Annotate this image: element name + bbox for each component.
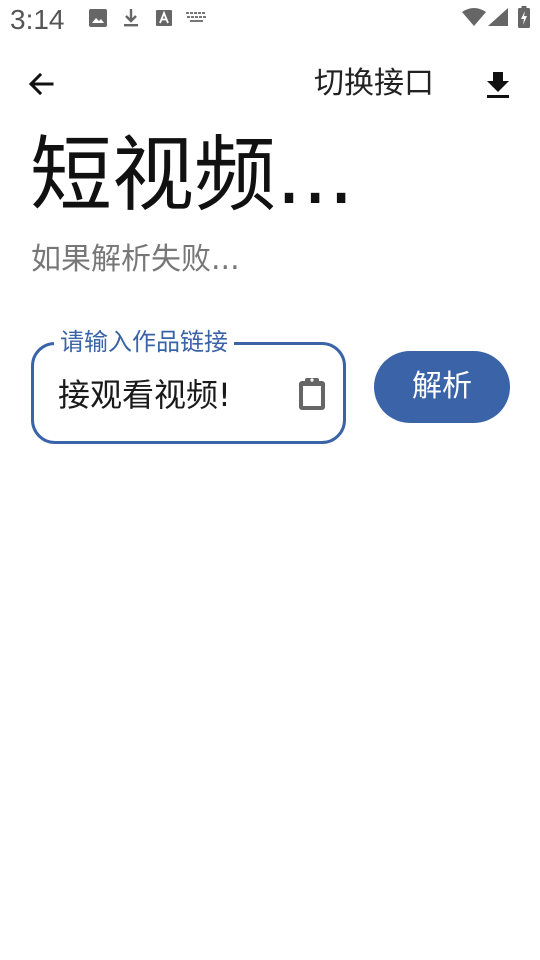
text-a-icon <box>156 10 172 26</box>
keyboard-icon <box>186 12 206 22</box>
image-icon <box>89 9 107 27</box>
download-icon <box>124 9 138 27</box>
battery-charging-icon <box>518 6 530 28</box>
arrow-left-icon <box>28 72 54 96</box>
link-input[interactable] <box>58 373 278 417</box>
page-subtitle: 如果解析失败... <box>31 242 240 277</box>
parse-button[interactable]: 解析 <box>374 351 510 423</box>
cell-signal-icon <box>488 8 508 26</box>
download-icon <box>487 72 509 98</box>
link-input-label: 请输入作品链接 <box>54 327 234 357</box>
wifi-icon <box>462 8 486 26</box>
page-title: 短视频... <box>30 128 355 223</box>
clipboard-icon <box>299 378 325 410</box>
link-input-container[interactable]: 请输入作品链接 <box>31 327 346 444</box>
screen: 3:14 切换接口 短视频... 如果解析失败... 请输入作品链接 接观看视频… <box>0 0 540 960</box>
back-button[interactable] <box>22 64 62 104</box>
status-bar: 3:14 <box>0 0 540 44</box>
switch-api-button[interactable]: 切换接口 <box>314 62 434 106</box>
paste-button[interactable] <box>294 375 330 411</box>
download-button[interactable] <box>478 64 518 104</box>
status-time: 3:14 <box>10 4 65 35</box>
